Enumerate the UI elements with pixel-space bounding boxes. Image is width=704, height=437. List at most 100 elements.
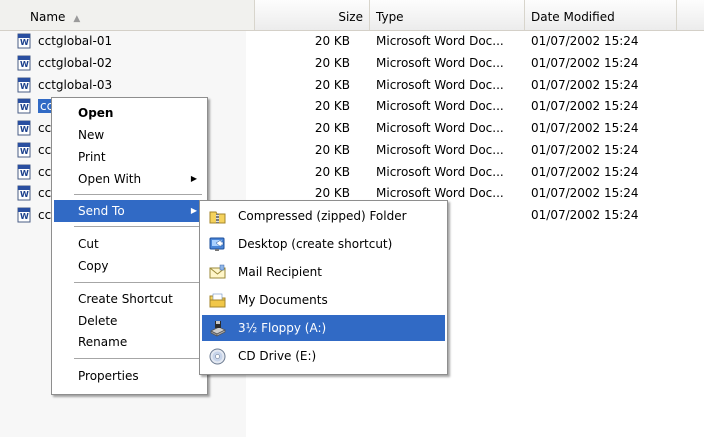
svg-text:W: W [20, 169, 29, 178]
file-type: Microsoft Word Doc... [376, 121, 504, 135]
svg-text:W: W [20, 147, 29, 156]
file-type: Microsoft Word Doc... [376, 186, 504, 200]
menu-item-send-to[interactable]: Send To ▶ [54, 200, 205, 222]
svg-text:W: W [20, 212, 29, 221]
word-document-icon: W [17, 98, 32, 114]
column-header-name-label: Name [30, 10, 66, 24]
svg-text:W: W [20, 82, 29, 91]
send-to-floppy-label: 3½ Floppy (A:) [238, 321, 327, 335]
word-document-icon: W [17, 142, 32, 158]
zip-folder-icon [209, 211, 226, 224]
send-to-my-documents[interactable]: My Documents [202, 287, 445, 313]
menu-item-rename[interactable]: Rename [54, 331, 205, 353]
file-row[interactable]: Wcctglobal-02 20 KB Microsoft Word Doc... 0… [0, 53, 704, 75]
file-type: Microsoft Word Doc... [376, 34, 504, 48]
file-size: 20 KB [314, 56, 350, 70]
menu-item-properties-label: Properties [78, 369, 139, 383]
file-size: 20 KB [314, 143, 350, 157]
menu-item-properties[interactable]: Properties [54, 365, 205, 387]
send-to-desktop[interactable]: Desktop (create shortcut) [202, 231, 445, 257]
file-name: cc [38, 165, 52, 179]
send-to-cd-drive[interactable]: CD Drive (E:) [202, 343, 445, 369]
file-type: Microsoft Word Doc... [376, 165, 504, 179]
file-size: 20 KB [314, 186, 350, 200]
menu-item-send-to-label: Send To [78, 204, 125, 218]
menu-item-open-label: Open [78, 106, 114, 120]
menu-item-delete[interactable]: Delete [54, 310, 205, 332]
svg-text:W: W [20, 190, 29, 199]
file-name: cc [38, 143, 52, 157]
menu-item-create-shortcut[interactable]: Create Shortcut [54, 288, 205, 310]
file-name: cc [38, 186, 52, 200]
desktop-shortcut-icon [209, 237, 225, 251]
menu-item-rename-label: Rename [78, 335, 128, 349]
file-name: cc [38, 208, 52, 222]
send-to-compressed-label: Compressed (zipped) Folder [238, 209, 407, 223]
menu-item-copy[interactable]: Copy [54, 255, 205, 277]
file-row[interactable]: Wcctglobal-03 20 KB Microsoft Word Doc... 0… [0, 75, 704, 97]
column-header-bar: Name ▲ Size Type Date Modified [0, 0, 704, 31]
file-size: 20 KB [314, 78, 350, 92]
menu-item-print[interactable]: Print [54, 146, 205, 168]
send-to-documents-label: My Documents [238, 293, 328, 307]
word-document-icon: W [17, 207, 32, 223]
word-document-icon: W [17, 120, 32, 136]
context-menu: Open New Print Open With ▶ Send To ▶ Cut C… [51, 97, 208, 395]
send-to-desktop-label: Desktop (create shortcut) [238, 237, 393, 251]
file-row[interactable]: Wcctglobal-01 20 KB Microsoft Word Doc... 0… [0, 31, 704, 53]
file-date: 01/07/2002 15:24 [531, 208, 639, 222]
file-name: cctglobal-02 [38, 56, 113, 70]
file-date: 01/07/2002 15:24 [531, 56, 639, 70]
menu-separator [74, 194, 202, 195]
column-header-filler [677, 0, 704, 30]
column-header-date[interactable]: Date Modified [525, 0, 677, 30]
file-type: Microsoft Word Doc... [376, 78, 504, 92]
menu-item-cut-label: Cut [78, 237, 99, 251]
file-date: 01/07/2002 15:24 [531, 186, 639, 200]
menu-separator [74, 282, 202, 283]
submenu-arrow-icon: ▶ [190, 174, 197, 183]
svg-text:W: W [20, 60, 29, 69]
menu-item-open-with[interactable]: Open With ▶ [54, 168, 205, 190]
file-date: 01/07/2002 15:24 [531, 165, 639, 179]
column-header-type[interactable]: Type [370, 0, 525, 30]
file-size: 20 KB [314, 121, 350, 135]
menu-item-open[interactable]: Open [54, 102, 205, 124]
file-date: 01/07/2002 15:24 [531, 143, 639, 157]
svg-text:W: W [20, 103, 29, 112]
menu-separator [74, 226, 202, 227]
menu-item-new[interactable]: New [54, 124, 205, 146]
file-size: 20 KB [314, 99, 350, 113]
svg-text:W: W [20, 125, 29, 134]
send-to-mail-recipient[interactable]: Mail Recipient [202, 259, 445, 285]
menu-item-create-shortcut-label: Create Shortcut [78, 292, 173, 306]
send-to-cd-label: CD Drive (E:) [238, 349, 317, 363]
sort-ascending-icon: ▲ [73, 14, 81, 24]
menu-item-cut[interactable]: Cut [54, 233, 205, 255]
floppy-drive-icon [210, 321, 226, 337]
file-name: cctglobal-03 [38, 78, 113, 92]
menu-item-open-with-label: Open With [78, 172, 142, 186]
menu-item-copy-label: Copy [78, 259, 109, 273]
send-to-submenu: Compressed (zipped) Folder Desktop (crea… [199, 200, 448, 375]
file-name: cctglobal-01 [38, 34, 113, 48]
send-to-floppy[interactable]: 3½ Floppy (A:) [202, 315, 445, 341]
word-document-icon: W [17, 164, 32, 180]
column-header-name[interactable]: Name ▲ [0, 0, 255, 30]
file-type: Microsoft Word Doc... [376, 143, 504, 157]
submenu-arrow-icon: ▶ [190, 206, 197, 215]
cd-drive-icon [209, 348, 226, 365]
menu-item-delete-label: Delete [78, 314, 118, 328]
file-date: 01/07/2002 15:24 [531, 34, 639, 48]
file-type: Microsoft Word Doc... [376, 56, 504, 70]
send-to-mail-label: Mail Recipient [238, 265, 322, 279]
svg-text:W: W [20, 38, 29, 47]
send-to-compressed-folder[interactable]: Compressed (zipped) Folder [202, 203, 445, 229]
column-header-size[interactable]: Size [255, 0, 370, 30]
word-document-icon: W [17, 77, 32, 93]
word-document-icon: W [17, 185, 32, 201]
file-type: Microsoft Word Doc... [376, 99, 504, 113]
my-documents-folder-icon [209, 293, 226, 308]
mail-icon [209, 264, 226, 279]
file-name: cc [38, 121, 52, 135]
